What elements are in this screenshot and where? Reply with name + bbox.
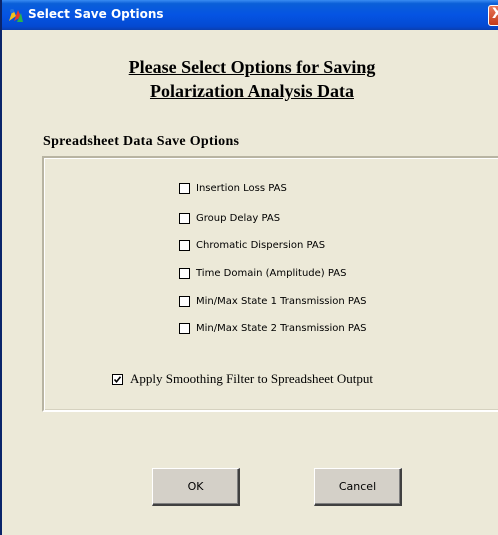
smoothing-checkbox[interactable] xyxy=(112,373,123,385)
option-label: Min/Max State 1 Transmission PAS xyxy=(196,295,367,307)
heading-line-2: Polarization Analysis Data xyxy=(149,81,354,101)
option-insertion-loss[interactable]: Insertion Loss PAS xyxy=(179,181,287,195)
option-min-max-state-2[interactable]: Min/Max State 2 Transmission PAS xyxy=(179,321,367,335)
app-icon xyxy=(9,9,23,22)
checkbox[interactable] xyxy=(179,212,190,224)
close-icon: X xyxy=(492,6,498,22)
option-group-delay[interactable]: Group Delay PAS xyxy=(179,211,280,225)
checkbox[interactable] xyxy=(179,295,190,307)
option-chromatic-dispersion[interactable]: Chromatic Dispersion PAS xyxy=(179,238,325,252)
checkmark-icon xyxy=(113,375,122,383)
title-bar[interactable]: Select Save Options X xyxy=(2,0,498,30)
option-label: Time Domain (Amplitude) PAS xyxy=(196,267,347,279)
option-label: Min/Max State 2 Transmission PAS xyxy=(196,322,367,334)
section-label: Spreadsheet Data Save Options xyxy=(43,134,240,149)
checkbox[interactable] xyxy=(179,182,190,194)
cancel-button[interactable]: Cancel xyxy=(314,468,402,506)
option-apply-smoothing[interactable]: Apply Smoothing Filter to Spreadsheet Ou… xyxy=(112,371,373,387)
option-label: Insertion Loss PAS xyxy=(196,182,287,194)
checkbox[interactable] xyxy=(179,239,190,251)
window-title: Select Save Options xyxy=(28,7,164,21)
close-button[interactable]: X xyxy=(488,5,498,26)
ok-button[interactable]: OK xyxy=(152,468,240,506)
option-label: Group Delay PAS xyxy=(196,212,281,224)
smoothing-label: Apply Smoothing Filter to Spreadsheet Ou… xyxy=(130,371,374,386)
heading-line-1: Please Select Options for Saving xyxy=(128,57,376,77)
option-label: Chromatic Dispersion PAS xyxy=(196,239,326,251)
option-time-domain[interactable]: Time Domain (Amplitude) PAS xyxy=(179,266,346,280)
option-min-max-state-1[interactable]: Min/Max State 1 Transmission PAS xyxy=(179,294,367,308)
checkbox[interactable] xyxy=(179,267,190,279)
select-save-options-dialog: Select Save Options X Please Select Opti… xyxy=(0,0,498,535)
checkbox[interactable] xyxy=(179,322,190,334)
dialog-heading: Please Select Options for Saving Polariz… xyxy=(2,55,498,103)
